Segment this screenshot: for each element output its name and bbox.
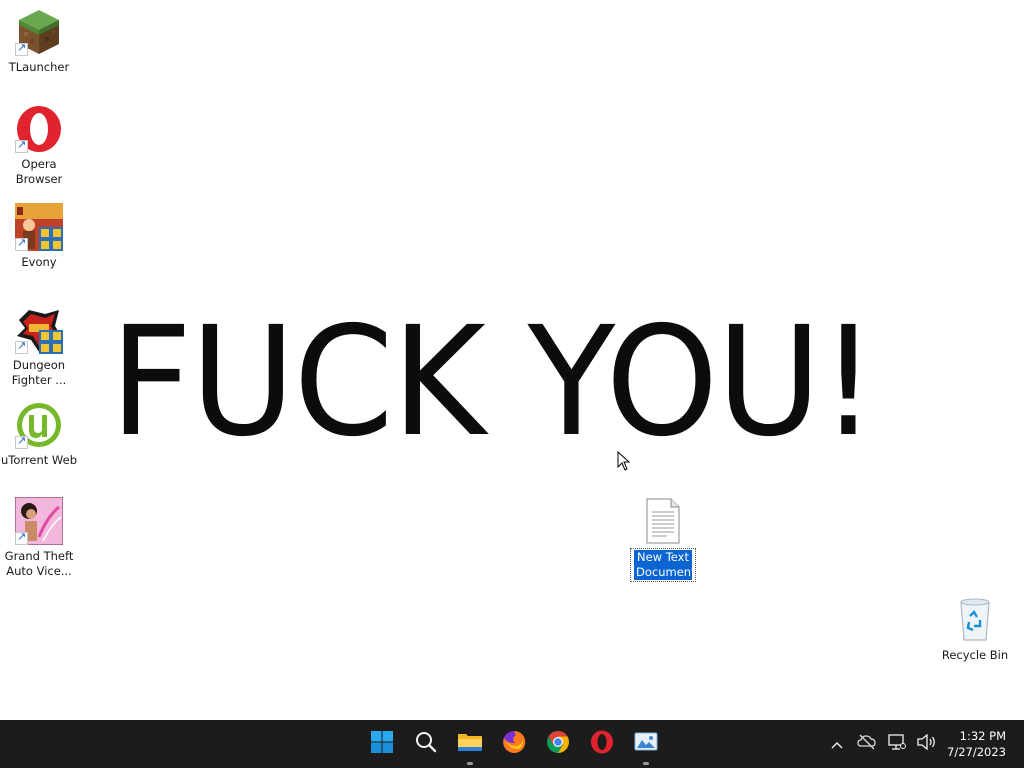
desktop-icon-evony[interactable]: Evony bbox=[1, 203, 77, 270]
volume-icon bbox=[917, 733, 937, 754]
shortcut-arrow-icon bbox=[15, 530, 28, 545]
system-tray: 1:32 PM 7/27/2023 bbox=[822, 720, 1024, 768]
desktop-icon-label: Grand Theft Auto Vice... bbox=[4, 549, 74, 578]
opera-icon bbox=[15, 105, 63, 153]
taskbar-file-explorer[interactable] bbox=[448, 722, 492, 766]
text-document-icon bbox=[643, 498, 683, 544]
taskbar-opera[interactable] bbox=[580, 722, 624, 766]
desktop-icon-gta-vice-city[interactable]: Grand Theft Auto Vice... bbox=[1, 496, 77, 579]
shortcut-arrow-icon bbox=[15, 41, 28, 56]
running-indicator bbox=[643, 762, 649, 765]
network-icon bbox=[888, 734, 906, 754]
volume-button[interactable] bbox=[912, 720, 942, 768]
clock-date: 7/27/2023 bbox=[947, 745, 1006, 759]
taskbar-pinned-apps bbox=[360, 720, 668, 768]
show-hidden-icons-button[interactable] bbox=[822, 720, 852, 768]
selection-outline: New Text Document bbox=[630, 548, 696, 582]
search-icon bbox=[414, 730, 438, 758]
gta-vice-city-icon bbox=[14, 496, 64, 546]
taskbar-start-button[interactable] bbox=[360, 722, 404, 766]
clock-time: 1:32 PM bbox=[959, 729, 1006, 743]
wallpaper-text: FUCK YOU! bbox=[109, 294, 877, 470]
recycle-bin-icon bbox=[951, 596, 999, 644]
firefox-icon bbox=[502, 730, 526, 758]
running-indicator bbox=[467, 762, 473, 765]
mouse-cursor-icon bbox=[617, 450, 631, 471]
desktop-icon-utorrent-web[interactable]: uTorrent Web bbox=[1, 401, 77, 468]
chevron-up-icon bbox=[830, 735, 844, 754]
desktop-icon-label: Dungeon Fighter ... bbox=[11, 358, 67, 387]
desktop-file-new-text-document[interactable]: New Text Document bbox=[625, 498, 701, 582]
dungeon-fighter-icon bbox=[15, 306, 63, 354]
desktop-icon-tlauncher[interactable]: TLauncher bbox=[1, 8, 77, 75]
photos-icon bbox=[634, 731, 658, 757]
minecraft-grass-block-icon bbox=[15, 8, 63, 56]
chrome-icon bbox=[546, 730, 570, 758]
shortcut-arrow-icon bbox=[15, 236, 28, 251]
desktop-icon-dungeon-fighter[interactable]: Dungeon Fighter ... bbox=[1, 306, 77, 388]
desktop-wallpaper: FUCK YOU! bbox=[0, 0, 1024, 720]
desktop-icon-label: uTorrent Web bbox=[1, 453, 77, 467]
shortcut-arrow-icon bbox=[15, 434, 28, 449]
windows-start-icon bbox=[370, 730, 394, 758]
taskbar-photos[interactable] bbox=[624, 722, 668, 766]
desktop-icon-label: Recycle Bin bbox=[941, 648, 1009, 662]
taskbar-chrome[interactable] bbox=[536, 722, 580, 766]
taskbar-firefox[interactable] bbox=[492, 722, 536, 766]
shortcut-arrow-icon bbox=[15, 138, 28, 153]
opera-icon bbox=[590, 730, 614, 758]
desktop-icon-label: Opera Browser bbox=[15, 157, 63, 186]
desktop-file-label: New Text Document bbox=[634, 550, 696, 580]
desktop-icon-label: Evony bbox=[21, 255, 57, 269]
taskbar-clock[interactable]: 1:32 PM 7/27/2023 bbox=[942, 720, 1024, 768]
utorrent-icon bbox=[15, 401, 63, 449]
desktop-icon-opera-browser[interactable]: Opera Browser bbox=[1, 105, 77, 187]
desktop-icon-recycle-bin[interactable]: Recycle Bin bbox=[937, 596, 1013, 663]
evony-icon bbox=[15, 203, 63, 251]
taskbar-search-button[interactable] bbox=[404, 722, 448, 766]
onedrive-button[interactable] bbox=[852, 720, 882, 768]
onedrive-offline-icon bbox=[857, 734, 877, 754]
shortcut-arrow-icon bbox=[15, 339, 28, 354]
desktop-icon-label: TLauncher bbox=[8, 60, 70, 74]
folder-icon bbox=[457, 730, 483, 758]
taskbar: 1:32 PM 7/27/2023 bbox=[0, 720, 1024, 768]
network-button[interactable] bbox=[882, 720, 912, 768]
